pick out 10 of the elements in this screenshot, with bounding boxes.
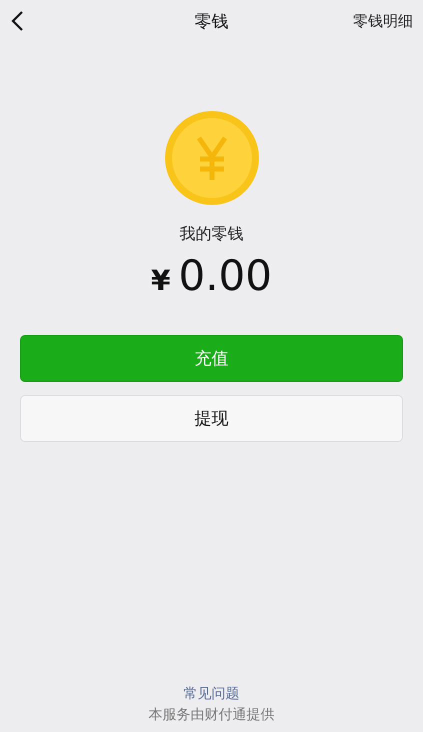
back-icon[interactable] xyxy=(10,10,24,32)
balance-label: 我的零钱 xyxy=(180,224,244,245)
faq-link[interactable]: 常见问题 xyxy=(184,685,240,703)
withdraw-button[interactable]: 提现 xyxy=(20,395,403,442)
provider-note: 本服务由财付通提供 xyxy=(148,706,274,724)
currency-sign: ¥ xyxy=(151,264,170,297)
page-title: 零钱 xyxy=(194,12,228,32)
balance-amount: 0.00 xyxy=(178,251,272,300)
coin-icon xyxy=(164,110,260,206)
details-link[interactable]: 零钱明细 xyxy=(353,12,413,30)
